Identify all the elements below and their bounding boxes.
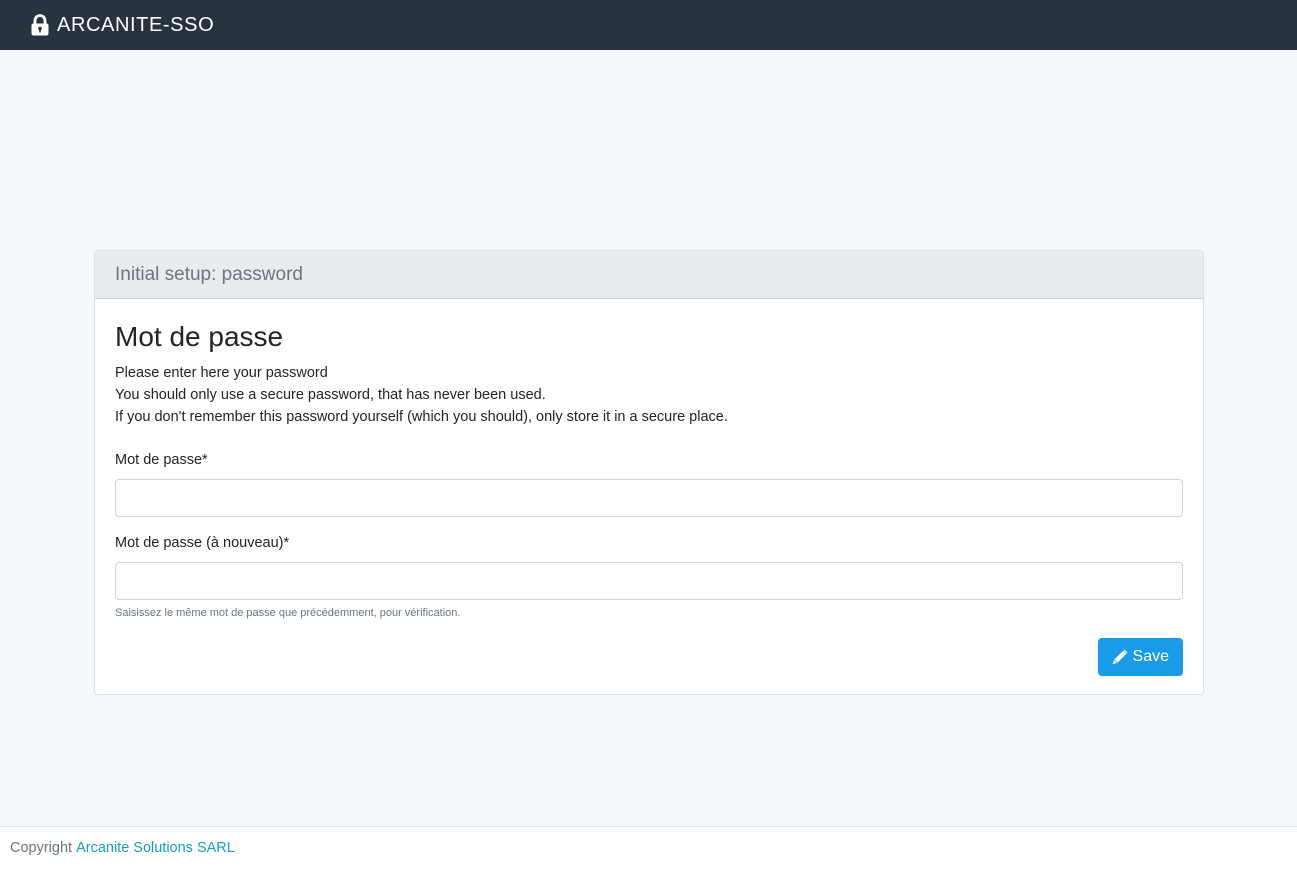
intro-line: Please enter here your password xyxy=(115,365,328,381)
setup-card: Initial setup: password Mot de passe Ple… xyxy=(94,250,1204,695)
brand-link[interactable]: ARCANITE-SSO xyxy=(30,14,214,37)
intro-line: You should only use a secure password, t… xyxy=(115,387,546,403)
page-footer: Copyright Arcanite Solutions SARL xyxy=(0,826,1297,869)
brand-text: ARCANITE-SSO xyxy=(57,13,215,36)
password-confirm-help: Saisissez le même mot de passe que précé… xyxy=(115,607,461,619)
copyright-text: Copyright xyxy=(10,840,73,856)
card-body: Mot de passe Please enter here your pass… xyxy=(95,299,1203,676)
save-button-label: Save xyxy=(1132,648,1169,665)
top-navbar: ARCANITE-SSO xyxy=(0,0,1297,50)
password-label: Mot de passe* xyxy=(115,452,208,468)
company-link[interactable]: Arcanite Solutions SARL xyxy=(76,840,235,856)
password-input[interactable] xyxy=(115,479,1183,517)
password-confirm-label: Mot de passe (à nouveau)* xyxy=(115,535,290,551)
password-confirm-input[interactable] xyxy=(115,562,1183,600)
form-actions: Save xyxy=(115,638,1183,676)
intro-text: Please enter here your password You shou… xyxy=(115,362,1183,428)
form-title: Mot de passe xyxy=(115,321,284,352)
card-header: Initial setup: password xyxy=(95,251,1203,299)
save-button[interactable]: Save xyxy=(1097,638,1183,676)
pencil-icon xyxy=(1112,649,1128,665)
intro-line: If you don't remember this password your… xyxy=(115,409,728,425)
lock-icon xyxy=(31,14,49,36)
